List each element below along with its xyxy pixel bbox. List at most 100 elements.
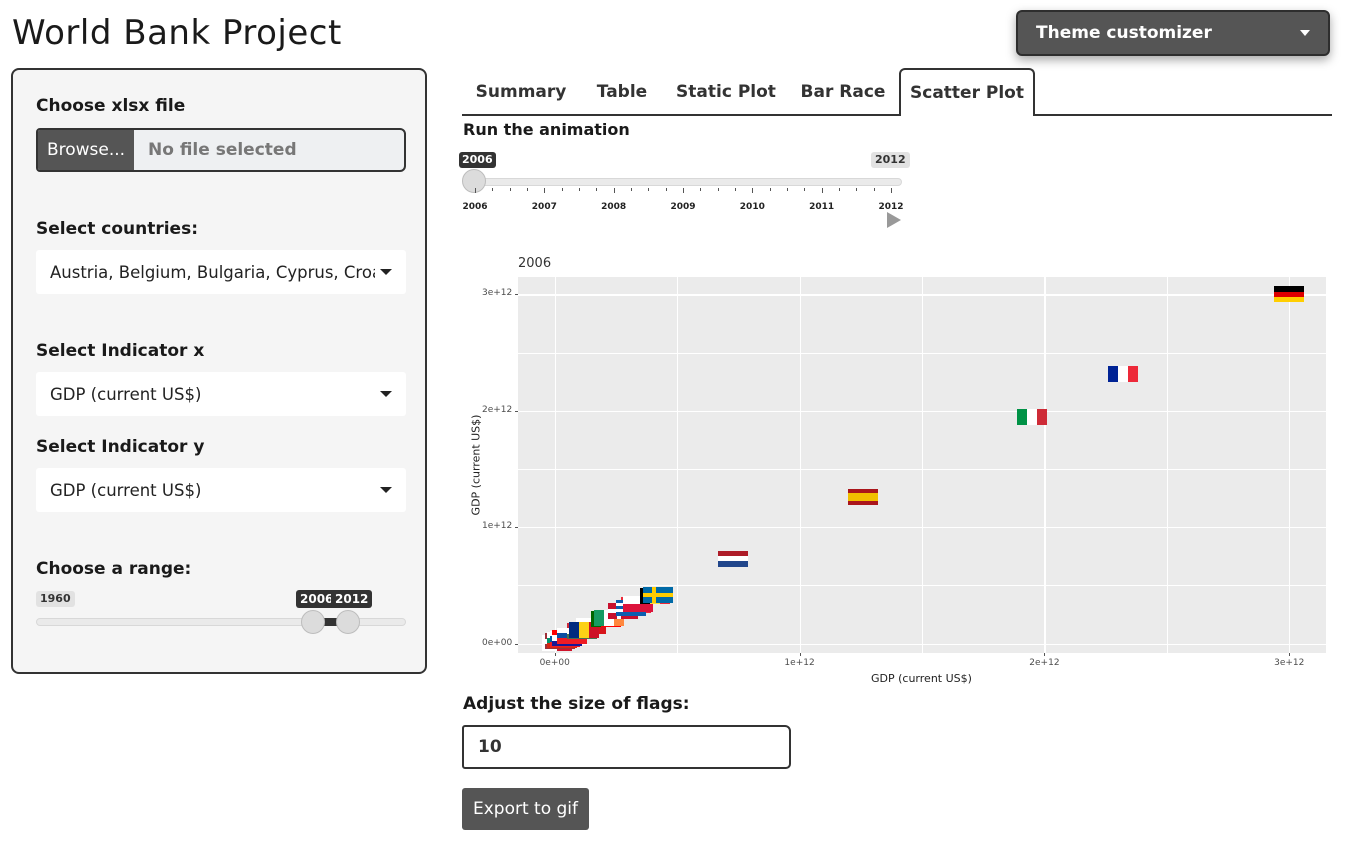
- range-from-handle[interactable]: [301, 610, 325, 634]
- minor-gridline-y: [518, 469, 1326, 470]
- tab-bar-race[interactable]: Bar Race: [792, 68, 894, 116]
- animation-label: Run the animation: [463, 120, 630, 139]
- y-tick-label: 2e+12: [482, 404, 513, 415]
- animation-tick-label: 2007: [531, 202, 557, 212]
- animation-tick-mark: [752, 188, 754, 193]
- y-tick-mark: [515, 410, 518, 412]
- app-title: World Bank Project: [12, 13, 342, 53]
- x-tick-mark: [1044, 653, 1046, 656]
- major-gridline-x: [1289, 277, 1291, 653]
- range-min-tag: 1960: [36, 591, 75, 607]
- major-gridline-y: [518, 410, 1326, 413]
- export-gif-button[interactable]: Export to gif: [462, 788, 589, 830]
- tab-scatter-plot[interactable]: Scatter Plot: [899, 68, 1035, 116]
- animation-minor-tick: [839, 188, 840, 191]
- minor-gridline-x: [677, 277, 678, 653]
- indicator-y-label: Select Indicator y: [36, 437, 205, 457]
- major-gridline-x: [1044, 277, 1046, 653]
- major-gridline-x: [554, 277, 556, 653]
- caret-down-icon: [1300, 30, 1310, 36]
- x-tick-label: 0e+00: [539, 658, 570, 668]
- flag-marker-netherlands: [718, 550, 749, 567]
- sidebar-panel: Choose xlsx file Browse... No file selec…: [11, 68, 427, 674]
- theme-customizer-dropdown[interactable]: Theme customizer: [1016, 10, 1330, 56]
- animation-tick-mark: [613, 188, 615, 193]
- tab-bar: Summary Table Static Plot Bar Race Scatt…: [462, 68, 1332, 116]
- countries-label: Select countries:: [36, 219, 198, 239]
- x-tick-label: 1e+12: [784, 658, 815, 668]
- animation-tick-mark: [821, 188, 823, 193]
- caret-down-icon: [380, 487, 392, 493]
- minor-gridline-x: [922, 277, 923, 653]
- range-label: Choose a range:: [36, 559, 192, 579]
- range-to-handle[interactable]: [336, 610, 360, 634]
- y-axis-title: GDP (current US$): [469, 414, 483, 516]
- x-axis-title: GDP (current US$): [871, 672, 972, 685]
- animation-minor-tick: [804, 188, 806, 191]
- animation-tick-label: 2008: [601, 202, 627, 212]
- animation-tick-mark: [891, 188, 892, 193]
- animation-minor-tick: [856, 188, 858, 191]
- caret-down-icon: [380, 269, 392, 275]
- flag-size-input[interactable]: [462, 725, 791, 769]
- countries-select-value: Austria, Belgium, Bulgaria, Cyprus, Croa…: [50, 262, 375, 282]
- flag-marker-spain: [848, 489, 879, 505]
- major-gridline-y: [518, 294, 1326, 296]
- flag-marker-italy: [1017, 408, 1048, 425]
- animation-tick-label: 2006: [462, 202, 488, 212]
- animation-tick-mark: [544, 188, 546, 193]
- animation-tick-label: 2010: [739, 202, 765, 212]
- tab-summary[interactable]: Summary: [462, 68, 580, 116]
- file-input[interactable]: Browse... No file selected: [36, 128, 406, 172]
- flag-size-label: Adjust the size of flags:: [463, 694, 690, 714]
- animation-tick-mark: [683, 188, 684, 193]
- animation-minor-tick: [787, 188, 788, 191]
- theme-customizer-label: Theme customizer: [1036, 23, 1212, 43]
- animation-minor-tick: [631, 188, 632, 191]
- minor-gridline-y: [518, 352, 1326, 354]
- x-tick-label: 3e+12: [1274, 658, 1305, 668]
- countries-select[interactable]: Austria, Belgium, Bulgaria, Cyprus, Croa…: [36, 250, 406, 294]
- animation-minor-tick: [527, 188, 528, 191]
- y-tick-mark: [515, 294, 518, 296]
- file-input-label: Choose xlsx file: [36, 96, 186, 116]
- flag-marker-france: [1107, 365, 1138, 382]
- animation-tick-label: 2012: [878, 202, 904, 212]
- tab-static-plot[interactable]: Static Plot: [668, 68, 784, 116]
- animation-slider-track[interactable]: [463, 178, 902, 186]
- y-tick-mark: [515, 643, 518, 645]
- y-tick-label: 1e+12: [482, 521, 513, 532]
- animation-slider-handle[interactable]: [462, 169, 486, 193]
- file-name-field[interactable]: No file selected: [134, 130, 404, 170]
- y-tick-mark: [515, 527, 518, 529]
- animation-minor-tick: [717, 188, 719, 191]
- animation-tick-mark: [475, 188, 476, 193]
- animation-minor-tick: [492, 188, 494, 191]
- animation-minor-tick: [700, 188, 702, 191]
- indicator-x-select[interactable]: GDP (current US$): [36, 372, 406, 416]
- x-tick-label: 2e+12: [1029, 658, 1060, 668]
- plot-year-title: 2006: [518, 256, 552, 271]
- browse-button[interactable]: Browse...: [38, 130, 134, 170]
- animation-max-tag: 2012: [871, 152, 910, 168]
- indicator-y-select[interactable]: GDP (current US$): [36, 468, 406, 512]
- animation-minor-tick: [579, 188, 580, 191]
- animation-minor-tick: [561, 188, 563, 191]
- animation-minor-tick: [665, 188, 667, 191]
- play-icon[interactable]: [887, 212, 901, 228]
- indicator-x-value: GDP (current US$): [50, 384, 202, 404]
- animation-tick-label: 2009: [670, 202, 696, 212]
- range-to-tag: 2012: [331, 590, 373, 608]
- animation-current-tag: 2006: [459, 152, 496, 168]
- y-tick-label: 3e+12: [482, 288, 513, 299]
- scatter-plot-panel: [518, 277, 1326, 653]
- tab-table[interactable]: Table: [586, 68, 658, 116]
- x-tick-mark: [1289, 653, 1291, 656]
- major-gridline-x: [799, 277, 801, 653]
- x-tick-mark: [799, 653, 801, 656]
- major-gridline-y: [518, 643, 1326, 645]
- y-tick-label: 0e+00: [482, 637, 513, 648]
- animation-minor-tick: [596, 188, 598, 191]
- animation-minor-tick: [648, 188, 650, 191]
- major-gridline-y: [518, 527, 1326, 529]
